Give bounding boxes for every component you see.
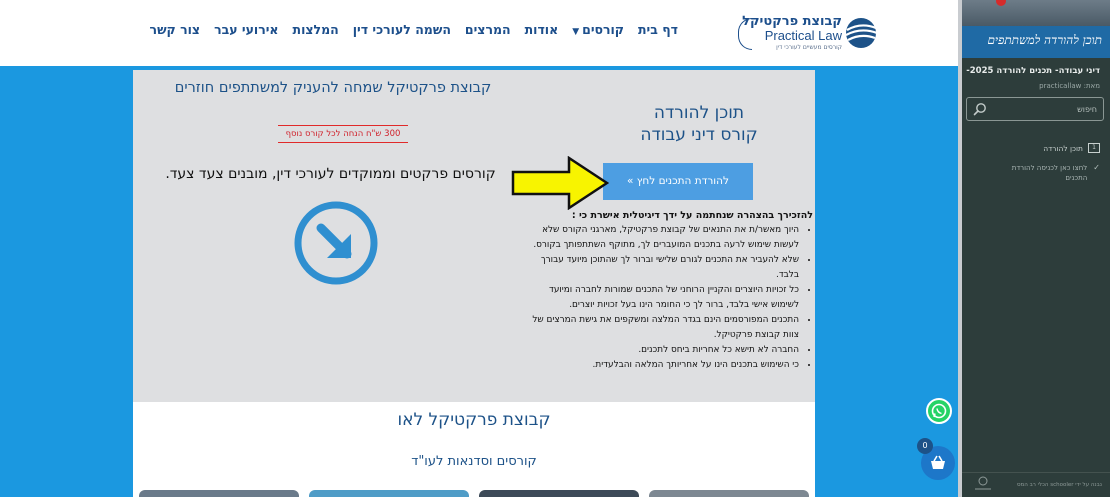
download-content-panel: קבוצת פרקטיקל שמחה להעניק למשתתפים חוזרי… — [133, 70, 815, 402]
download-content-button[interactable]: להורדת התכנים לחץ » — [603, 163, 753, 200]
logo-english-text: Practical Law — [764, 28, 842, 43]
terms-item: כי השימוש בתכנים הינו על אחריותך המלאה ו… — [521, 358, 799, 373]
lower-section-subtitle: קורסים וסדנאות לעו"ד — [411, 454, 537, 469]
nav-lawyer-placement[interactable]: השמה לעורכי דין — [353, 22, 451, 37]
nav-courses[interactable]: קורסים▼ — [572, 22, 624, 37]
lower-section: קבוצת פרקטיקל לאו קורסים וסדנאות לעו"ד — [133, 402, 815, 497]
download-title-line1: תוכן להורדה — [653, 103, 745, 123]
declaration-terms: להזכירך בהצהרה שנחתמה על ידך דיגיטלית אי… — [521, 210, 813, 373]
sidebar-header: תוכן להורדה למשתתפים — [962, 0, 1110, 58]
sidebar-item-download-link[interactable]: ✓ לחצו כאן לכניסה להורדת התכנים — [970, 163, 1100, 183]
terms-item: כל זכויות היוצרים והקניין הרוחני של התכנ… — [521, 283, 799, 313]
search-input[interactable] — [997, 101, 1097, 117]
terms-item: היוך מאשר/ת את התנאים של קבוצת פרקטיקל, … — [521, 223, 799, 253]
returning-participants-headline: קבוצת פרקטיקל שמחה להעניק למשתתפים חוזרי… — [174, 80, 492, 96]
sidebar-footer-credit: נבנה על ידי schooler הכלי רב המס — [1016, 482, 1102, 488]
nav-about[interactable]: אודות — [525, 22, 559, 37]
download-arrow-circle-icon — [294, 201, 378, 285]
document-icon: 1 — [1088, 143, 1100, 153]
course-card-thumbnail[interactable] — [309, 490, 469, 497]
nav-lecturers[interactable]: המרצים — [465, 22, 511, 37]
terms-item: שלא להעביר את התכנים לגורם שלישי וברור ל… — [521, 253, 799, 283]
yellow-pointer-arrow-icon — [511, 156, 609, 210]
download-title: תוכן להורדה קורס דיני עבודה — [593, 102, 805, 146]
sidebar-item-label: תוכן להורדה — [1043, 143, 1083, 153]
site-logo[interactable]: קבוצת פרקטיקל Practical Law קורסים מעשיי… — [738, 14, 878, 54]
whatsapp-icon — [931, 403, 947, 419]
sidebar-item-label: לחצו כאן לכניסה להורדת התכנים — [1011, 164, 1088, 182]
sidebar-banner-text: תוכן להורדה למשתתפים — [987, 33, 1102, 47]
terms-heading: להזכירך בהצהרה שנחתמה על ידך דיגיטלית אי… — [571, 210, 813, 221]
sidebar-item-content-download[interactable]: 1 תוכן להורדה — [1043, 143, 1100, 153]
course-sidebar: תוכן להורדה למשתתפים דיני עבודה- תכנים ל… — [962, 0, 1110, 497]
course-author: מאת: practicallaw — [1039, 82, 1100, 90]
chevron-down-icon: ▼ — [572, 27, 580, 37]
nav-menu: דף בית קורסים▼ אודות המרצים השמה לעורכי … — [136, 22, 678, 37]
terms-item: התכנים המפורסמים הינם בגדר המלצה ומשקפים… — [521, 313, 799, 343]
check-icon: ✓ — [1093, 163, 1100, 172]
search-icon[interactable] — [973, 102, 987, 116]
logo-swoosh-icon — [845, 18, 878, 48]
terms-list: היוך מאשר/ת את התנאים של קבוצת פרקטיקל, … — [521, 223, 813, 373]
courses-tagline: קורסים פרקטים וממוקדים לעורכי דין, מובני… — [165, 166, 496, 182]
course-card-thumbnail[interactable] — [479, 490, 639, 497]
download-title-line2: קורס דיני עבודה — [640, 125, 758, 145]
sidebar-divider — [962, 472, 1110, 473]
lower-section-title: קבוצת פרקטיקל לאו — [397, 410, 551, 430]
nav-recommendations[interactable]: המלצות — [293, 22, 339, 37]
course-card-thumbnail[interactable] — [649, 490, 809, 497]
logo-hebrew-text: קבוצת פרקטיקל — [742, 14, 842, 29]
sidebar-header-photo — [962, 0, 1110, 26]
whatsapp-button[interactable] — [926, 398, 952, 424]
logo-subtitle: קורסים מעשיים לעורכי דין — [776, 44, 842, 51]
course-card-thumbnail[interactable] — [139, 490, 299, 497]
schooler-logo-icon — [975, 476, 991, 490]
course-title: דיני עבודה- תכנים להורדה 2025- — [966, 66, 1100, 76]
cart-count-badge: 0 — [917, 438, 933, 454]
discount-badge: 300 ש"ח הנחה לכל קורס נוסף — [278, 125, 408, 143]
nav-past-events[interactable]: אירועי עבר — [214, 22, 278, 37]
terms-item: החברה לא תישא כל אחריות ביחס לתכנים. — [521, 343, 799, 358]
nav-home[interactable]: דף בית — [638, 22, 678, 37]
top-navigation: דף בית קורסים▼ אודות המרצים השמה לעורכי … — [0, 0, 958, 66]
nav-contact[interactable]: צור קשר — [150, 22, 201, 37]
sidebar-search[interactable] — [966, 97, 1104, 121]
website-area: דף בית קורסים▼ אודות המרצים השמה לעורכי … — [0, 0, 958, 497]
